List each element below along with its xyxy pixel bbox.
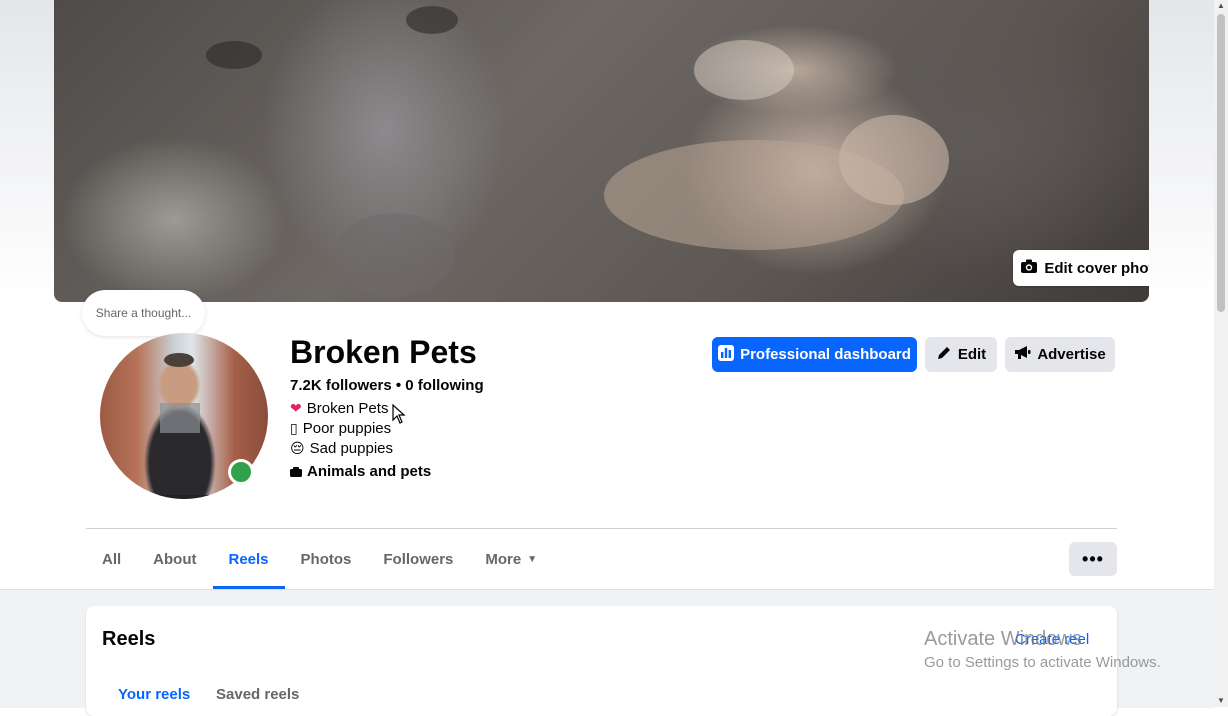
megaphone-icon: [1014, 345, 1031, 364]
tab-label: More: [485, 550, 522, 568]
scrollbar-thumb[interactable]: [1217, 14, 1225, 312]
tab-more[interactable]: More ▼: [469, 530, 553, 588]
profile-name: Broken Pets: [290, 334, 477, 370]
profile-divider: [86, 528, 1117, 529]
bio-text: Poor puppies: [302, 420, 392, 437]
bio-text: Broken Pets: [306, 400, 389, 417]
tab-label: About: [153, 550, 197, 568]
tab-label: Photos: [300, 550, 352, 568]
advertise-button[interactable]: Advertise: [1005, 337, 1115, 372]
bio-line-category: Animals and pets: [290, 463, 431, 480]
page-scrollbar[interactable]: ▲ ▼: [1214, 0, 1228, 707]
online-status-indicator: [228, 459, 254, 485]
tab-label: All: [102, 550, 122, 568]
edit-label: Edit: [957, 346, 987, 363]
sad-face-icon: 😔: [290, 440, 305, 456]
pencil-icon: [936, 345, 952, 365]
edit-cover-photo-label: Edit cover photo: [1044, 259, 1149, 277]
create-reel-link[interactable]: Create reel: [1015, 631, 1089, 648]
heart-icon: ❤: [290, 400, 302, 416]
subtab-saved-reels[interactable]: Saved reels: [216, 686, 299, 703]
edit-profile-button[interactable]: Edit: [925, 337, 997, 372]
mouse-cursor-icon: [392, 404, 406, 424]
tab-all[interactable]: All: [86, 530, 137, 588]
share-thought-bubble[interactable]: Share a thought...: [82, 290, 205, 336]
share-thought-label: Share a thought...: [95, 306, 192, 320]
reels-card-title: Reels: [102, 628, 156, 650]
tab-label: Reels: [228, 550, 269, 568]
bio-line-broken-pets: ❤ Broken Pets: [290, 400, 388, 417]
professional-dashboard-label: Professional dashboard: [740, 346, 911, 363]
category-text: Animals and pets: [307, 463, 432, 480]
subtab-your-reels[interactable]: Your reels: [118, 686, 190, 703]
ellipsis-icon: •••: [1082, 548, 1104, 569]
cover-photo-artwork: [206, 6, 949, 297]
tab-reels[interactable]: Reels: [212, 530, 285, 589]
tab-followers[interactable]: Followers: [367, 530, 469, 588]
edit-cover-photo-button[interactable]: Edit cover photo: [1013, 250, 1149, 286]
bio-line-sad-puppies: 😔 Sad puppies: [290, 440, 393, 457]
dashboard-icon: [718, 344, 735, 365]
bio-line-poor-puppies: ▯ Poor puppies: [290, 420, 391, 437]
caret-down-icon: ▼: [527, 553, 538, 565]
more-options-button[interactable]: •••: [1069, 542, 1117, 576]
camera-icon: [1021, 259, 1038, 277]
follower-stats[interactable]: 7.2K followers • 0 following: [290, 377, 484, 394]
scroll-up-arrow-icon[interactable]: ▲: [1217, 1, 1225, 10]
advertise-label: Advertise: [1037, 346, 1106, 363]
bio-text: Sad puppies: [309, 440, 394, 457]
professional-dashboard-button[interactable]: Professional dashboard: [712, 337, 917, 372]
cover-photo[interactable]: Edit cover photo: [54, 0, 1149, 302]
scroll-down-arrow-icon[interactable]: ▼: [1217, 696, 1225, 705]
profile-tabs: All About Reels Photos Followers More ▼: [86, 530, 553, 589]
category-icon: [290, 464, 302, 480]
tab-about[interactable]: About: [137, 530, 212, 588]
tab-photos[interactable]: Photos: [285, 530, 368, 588]
missing-glyph-icon: ▯: [290, 420, 298, 436]
tab-label: Followers: [383, 550, 454, 568]
reels-card: Reels Create reel Your reels Saved reels: [86, 606, 1117, 716]
